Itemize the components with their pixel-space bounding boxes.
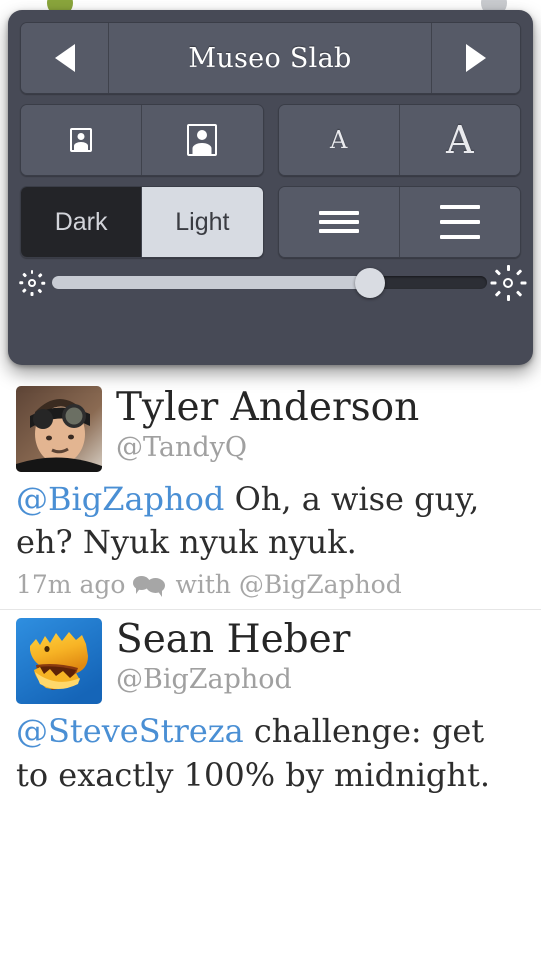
tweet-display-name[interactable]: Tyler Anderson xyxy=(116,387,419,429)
avatar-image xyxy=(16,618,102,705)
font-name-label: Museo Slab xyxy=(188,42,352,74)
timeline: Tyler Anderson @TandyQ @BigZaphod Oh, a … xyxy=(0,378,541,807)
display-settings-popover: Museo Slab A A Dark Light xyxy=(8,10,533,365)
avatar-small-icon xyxy=(70,128,93,152)
avatar-size-small-button[interactable] xyxy=(21,105,143,175)
sun-large-icon xyxy=(490,264,526,301)
sun-small-icon xyxy=(19,269,45,296)
tweet-conversation-with[interactable]: with @BigZaphod xyxy=(175,570,401,599)
avatar-large-icon xyxy=(187,124,218,156)
tweet-screen-name[interactable]: @BigZaphod xyxy=(116,663,350,697)
font-size-increase-button[interactable]: A xyxy=(399,105,520,175)
tweet-author-block: Tyler Anderson @TandyQ xyxy=(116,386,419,465)
theme-dark-button[interactable]: Dark xyxy=(21,187,143,257)
avatar-image xyxy=(16,386,102,472)
font-family-row: Museo Slab xyxy=(20,22,521,94)
tweet-text: @BigZaphod Oh, a wise guy, eh? Nyuk nyuk… xyxy=(16,478,525,564)
tweet-header: Sean Heber @BigZaphod xyxy=(16,618,525,705)
theme-and-spacing-row: Dark Light xyxy=(20,186,521,258)
triangle-right-icon xyxy=(466,44,486,72)
letter-a-large-icon: A xyxy=(446,118,474,162)
tweet-metadata: 17m ago with @BigZaphod xyxy=(16,570,525,599)
lines-tight-icon xyxy=(318,211,359,233)
font-name-display[interactable]: Museo Slab xyxy=(109,23,432,93)
brightness-slider-fill xyxy=(52,276,370,289)
tweet-screen-name[interactable]: @TandyQ xyxy=(116,431,419,465)
font-size-decrease-button[interactable]: A xyxy=(278,105,400,175)
avatar-tyler-anderson[interactable] xyxy=(16,386,102,472)
theme-light-button[interactable]: Light xyxy=(142,187,263,257)
theme-control: Dark Light xyxy=(20,186,264,258)
tweet-header: Tyler Anderson @TandyQ xyxy=(16,386,525,472)
tweet-text: @SteveStreza challenge: get to exactly 1… xyxy=(16,710,525,796)
brightness-row xyxy=(19,264,526,301)
theme-dark-label: Dark xyxy=(54,207,108,236)
avatar-size-large-button[interactable] xyxy=(142,105,263,175)
font-size-control: A A xyxy=(277,104,521,176)
line-spacing-control xyxy=(277,186,521,258)
tweet-display-name[interactable]: Sean Heber xyxy=(116,619,350,661)
theme-light-label: Light xyxy=(175,207,230,236)
next-font-button[interactable] xyxy=(432,23,520,93)
tweet-item[interactable]: Sean Heber @BigZaphod @SteveStreza chall… xyxy=(0,609,541,806)
triangle-left-icon xyxy=(54,44,75,72)
avatar-sean-heber[interactable] xyxy=(16,618,102,705)
tweet-item[interactable]: Tyler Anderson @TandyQ @BigZaphod Oh, a … xyxy=(0,378,541,609)
line-spacing-tight-button[interactable] xyxy=(278,187,400,257)
lines-loose-icon xyxy=(439,205,480,239)
tweet-author-block: Sean Heber @BigZaphod xyxy=(116,618,350,697)
conversation-icon[interactable] xyxy=(133,574,167,597)
avatar-and-fontsize-row: A A xyxy=(20,104,521,176)
tweet-timestamp[interactable]: 17m ago xyxy=(16,570,125,599)
tweet-mention-link[interactable]: @BigZaphod xyxy=(16,480,224,518)
letter-a-small-icon: A xyxy=(329,126,348,154)
previous-font-button[interactable] xyxy=(21,23,109,93)
avatar-size-control xyxy=(20,104,264,176)
brightness-slider[interactable] xyxy=(52,267,487,298)
line-spacing-loose-button[interactable] xyxy=(399,187,520,257)
font-family-navigator: Museo Slab xyxy=(20,22,521,94)
tweet-mention-link[interactable]: @SteveStreza xyxy=(16,712,244,750)
brightness-slider-thumb[interactable] xyxy=(354,267,385,298)
